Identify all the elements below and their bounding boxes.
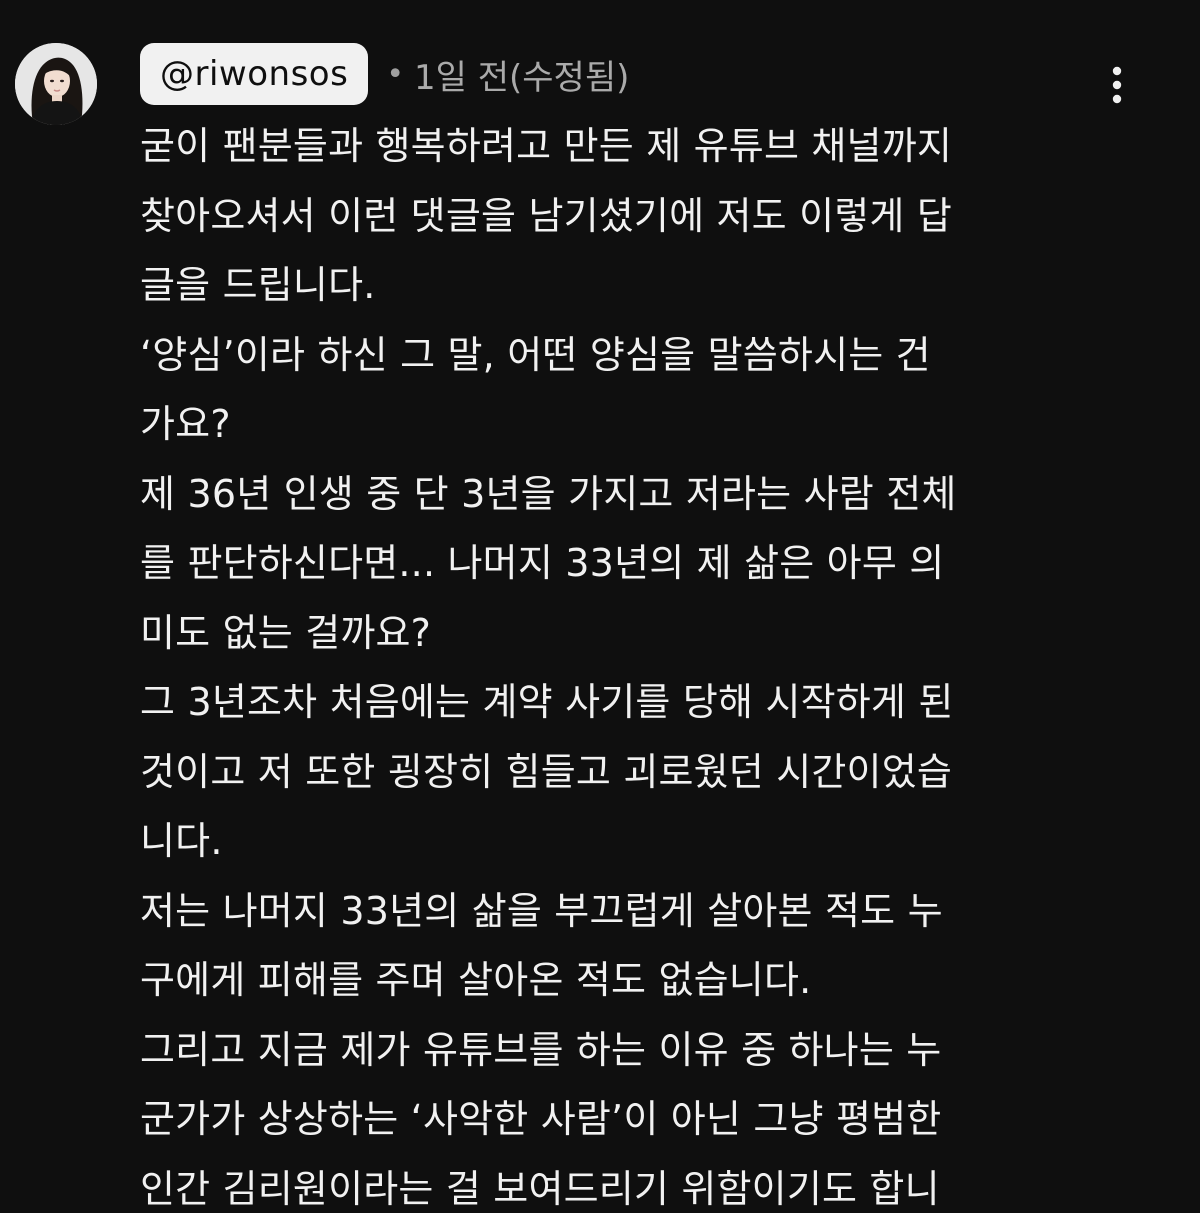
more-vert-icon xyxy=(1112,66,1122,104)
comment-text-line: 것이고 저 또한 굉장히 힘들고 괴로웠던 시간이었습 xyxy=(140,749,953,794)
avatar[interactable] xyxy=(15,43,97,125)
comment-timestamp[interactable]: 1일 전(수정됨) xyxy=(414,50,629,99)
user-avatar-icon xyxy=(15,43,97,125)
separator-dot: • xyxy=(386,56,405,92)
comment-text-line: 니다. xyxy=(140,819,223,863)
comment-text-line: 굳이 팬분들과 행복하려고 만든 제 유튜브 채널까지 xyxy=(140,124,953,168)
comment-text-line: ‘양심’이라 하신 그 말, 어떤 양심을 말씀하시는 건 xyxy=(140,332,931,377)
channel-handle-link[interactable]: @riwonsos xyxy=(140,43,369,105)
comment-text-line: 그 3년조차 처음에는 계약 사기를 당해 시작하게 된 xyxy=(140,680,954,724)
comment-text-line: 가요? xyxy=(140,402,231,446)
comment-text-line: 찾아오셔서 이런 댓글을 남기셨기에 저도 이렇게 답 xyxy=(140,193,953,238)
comment-text-line: 인간 김리원이라는 걸 보여드리기 위함이기도 합니 xyxy=(140,1166,940,1211)
comment-text-line: 글을 드립니다. xyxy=(140,263,376,307)
comment-text-line: 미도 없는 걸까요? xyxy=(140,610,432,655)
comment-text-line: 군가가 상상하는 ‘사악한 사람’이 아닌 그냥 평범한 xyxy=(140,1097,942,1141)
comment-body: 굳이 팬분들과 행복하려고 만든 제 유튜브 채널까지 찾아오셔서 이런 댓글을… xyxy=(140,112,1150,1213)
comment-header: @riwonsos • 1일 전(수정됨) xyxy=(140,43,629,105)
comment-text-line: 를 판단하신다면... 나머지 33년의 제 삶은 아무 의 xyxy=(140,541,945,585)
comment-text-line: 저는 나머지 33년의 삶을 부끄럽게 살아본 적도 누 xyxy=(140,888,943,933)
comment-text-line: 제 36년 인생 중 단 3년을 가지고 저라는 사람 전체 xyxy=(140,471,957,516)
comment-thread: @riwonsos • 1일 전(수정됨) 굳이 팬분들과 행복하려고 만든 제… xyxy=(0,0,1200,1213)
comment-menu-button[interactable] xyxy=(1095,55,1139,115)
comment-text-line: 그리고 지금 제가 유튜브를 하는 이유 중 하나는 누 xyxy=(140,1027,942,1072)
comment-text-line: 구에게 피해를 주며 살아온 적도 없습니다. xyxy=(140,958,812,1002)
